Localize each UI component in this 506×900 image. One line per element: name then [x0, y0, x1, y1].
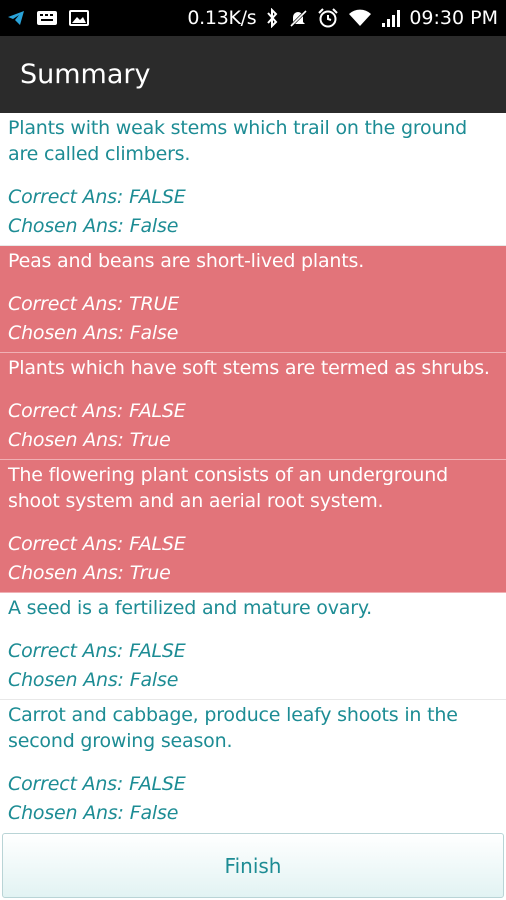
mute-icon — [288, 8, 308, 28]
correct-answer-value: FALSE — [129, 533, 186, 555]
question-text: The flowering plant consists of an under… — [8, 464, 448, 512]
answers-block: Correct Ans: FALSE Chosen Ans: True — [8, 397, 498, 455]
chosen-answer-label: Chosen Ans: — [8, 215, 124, 237]
question-text: Plants with weak stems which trail on th… — [8, 117, 467, 165]
chosen-answer-value: True — [129, 562, 171, 584]
network-speed: 0.13K/s — [187, 7, 257, 29]
page-title: Summary — [20, 59, 151, 90]
correct-answer-label: Correct Ans: — [8, 186, 124, 208]
result-item[interactable]: Plants with weak stems which trail on th… — [0, 113, 506, 246]
question-text: Carrot and cabbage, produce leafy shoots… — [8, 704, 458, 752]
correct-answer-value: FALSE — [129, 773, 186, 795]
image-icon — [68, 9, 90, 27]
correct-answer: Correct Ans: TRUE — [8, 290, 498, 319]
bluetooth-icon — [265, 8, 279, 28]
signal-icon — [381, 8, 403, 28]
correct-answer: Correct Ans: FALSE — [8, 637, 498, 666]
chosen-answer: Chosen Ans: False — [8, 799, 498, 828]
answers-block: Correct Ans: FALSE Chosen Ans: True — [8, 530, 498, 588]
chosen-answer-label: Chosen Ans: — [8, 429, 124, 451]
action-bar: Summary — [0, 36, 506, 113]
status-bar-left — [6, 8, 100, 28]
status-bar-right: 0.13K/s 09:30 PM — [178, 7, 498, 29]
chosen-answer-value: False — [129, 322, 179, 344]
results-list[interactable]: Plants with weak stems which trail on th… — [0, 113, 506, 830]
correct-answer-label: Correct Ans: — [8, 640, 124, 662]
correct-answer: Correct Ans: FALSE — [8, 530, 498, 559]
chosen-answer-value: False — [129, 215, 179, 237]
status-bar: 0.13K/s 09:30 PM — [0, 0, 506, 36]
correct-answer-label: Correct Ans: — [8, 773, 124, 795]
chosen-answer: Chosen Ans: False — [8, 666, 498, 695]
correct-answer: Correct Ans: FALSE — [8, 770, 498, 799]
chosen-answer: Chosen Ans: True — [8, 559, 498, 588]
chosen-answer: Chosen Ans: False — [8, 319, 498, 348]
telegram-icon — [6, 8, 26, 28]
correct-answer-label: Correct Ans: — [8, 400, 124, 422]
chosen-answer-value: False — [129, 669, 179, 691]
correct-answer: Correct Ans: FALSE — [8, 183, 498, 212]
alarm-icon — [317, 7, 339, 29]
chosen-answer: Chosen Ans: False — [8, 212, 498, 241]
status-time: 09:30 PM — [409, 7, 498, 29]
answers-block: Correct Ans: FALSE Chosen Ans: False — [8, 770, 498, 828]
answers-block: Correct Ans: FALSE Chosen Ans: False — [8, 183, 498, 241]
correct-answer-label: Correct Ans: — [8, 533, 124, 555]
chosen-answer-label: Chosen Ans: — [8, 802, 124, 824]
correct-answer-value: FALSE — [129, 640, 186, 662]
answers-block: Correct Ans: TRUE Chosen Ans: False — [8, 290, 498, 348]
question-text: Plants which have soft stems are termed … — [8, 357, 490, 379]
footer: Finish — [0, 830, 506, 900]
correct-answer-value: FALSE — [129, 400, 186, 422]
correct-answer-label: Correct Ans: — [8, 293, 124, 315]
result-item[interactable]: Peas and beans are short-lived plants. Co… — [0, 246, 506, 353]
result-item[interactable]: Carrot and cabbage, produce leafy shoots… — [0, 700, 506, 830]
correct-answer: Correct Ans: FALSE — [8, 397, 498, 426]
result-item[interactable]: The flowering plant consists of an under… — [0, 460, 506, 593]
finish-button[interactable]: Finish — [2, 833, 504, 898]
result-item[interactable]: Plants which have soft stems are termed … — [0, 353, 506, 460]
correct-answer-value: FALSE — [129, 186, 186, 208]
question-text: A seed is a fertilized and mature ovary. — [8, 597, 373, 619]
chosen-answer-label: Chosen Ans: — [8, 669, 124, 691]
chosen-answer-value: False — [129, 802, 179, 824]
result-item[interactable]: A seed is a fertilized and mature ovary.… — [0, 593, 506, 700]
answers-block: Correct Ans: FALSE Chosen Ans: False — [8, 637, 498, 695]
chosen-answer-label: Chosen Ans: — [8, 562, 124, 584]
wifi-icon — [348, 8, 372, 28]
keyboard-icon — [36, 9, 58, 27]
correct-answer-value: TRUE — [129, 293, 180, 315]
chosen-answer: Chosen Ans: True — [8, 426, 498, 455]
question-text: Peas and beans are short-lived plants. — [8, 250, 365, 272]
chosen-answer-value: True — [129, 429, 171, 451]
chosen-answer-label: Chosen Ans: — [8, 322, 124, 344]
